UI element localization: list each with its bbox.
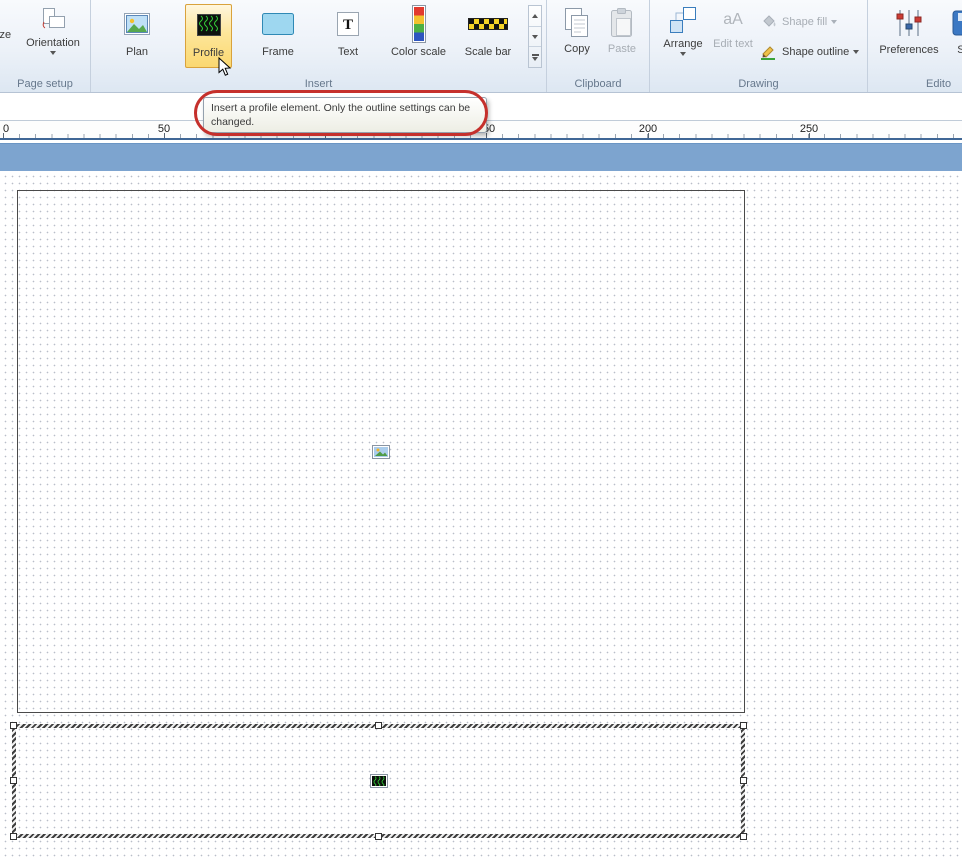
gallery-more-button[interactable] <box>529 47 541 67</box>
selection-handle-nw[interactable] <box>10 722 17 729</box>
group-insert: Plan Profile Frame <box>91 0 547 92</box>
scale-bar-button[interactable]: Scale bar <box>459 4 517 68</box>
profile-icon <box>195 5 223 45</box>
plan-element[interactable] <box>17 190 745 713</box>
svg-text:T: T <box>343 17 353 33</box>
insert-gallery-scroll <box>528 5 542 68</box>
frame-button[interactable]: Frame <box>251 4 305 68</box>
save-label: Sa <box>957 44 962 56</box>
shape-fill-button[interactable]: Shape fill <box>760 12 837 32</box>
chevron-down-icon <box>50 51 56 55</box>
group-editor: Preferences Sa Edito <box>868 0 962 92</box>
selection-handle-ne[interactable] <box>740 722 747 729</box>
shape-outline-label: Shape outline <box>782 46 849 58</box>
ruler-tick <box>648 133 649 138</box>
edit-text-icon: aA <box>723 4 743 36</box>
chevron-down-icon <box>680 52 686 56</box>
more-bar <box>532 54 539 56</box>
arrange-icon <box>668 4 698 36</box>
profile-element-selected[interactable] <box>12 724 745 838</box>
paste-label: Paste <box>608 43 636 55</box>
gallery-scroll-down-button[interactable] <box>529 27 541 48</box>
layout-canvas[interactable] <box>0 171 962 857</box>
group-label-drawing: Drawing <box>650 78 867 90</box>
profile-label: Profile <box>193 47 224 59</box>
profile-button[interactable]: Profile <box>185 4 232 68</box>
scale-bar-icon <box>468 4 508 44</box>
plan-icon <box>123 4 151 44</box>
arrange-label: Arrange <box>663 38 702 50</box>
selection-handle-n[interactable] <box>375 722 382 729</box>
arrange-button[interactable]: Arrange <box>660 4 706 70</box>
color-scale-label: Color scale <box>391 46 446 58</box>
edit-text-button[interactable]: aA Edit text <box>710 4 756 70</box>
paste-icon <box>607 5 637 41</box>
orientation-label: Orientation <box>26 37 80 49</box>
plan-button[interactable]: Plan <box>110 4 164 68</box>
text-label: Text <box>338 46 358 58</box>
gallery-scroll-up-button[interactable] <box>529 6 541 27</box>
group-label-page-setup: Page setup <box>0 78 90 90</box>
selection-handle-s[interactable] <box>375 833 382 840</box>
shape-fill-label: Shape fill <box>782 16 827 28</box>
shape-outline-button[interactable]: Shape outline <box>760 42 859 62</box>
canvas-top-band <box>0 143 962 171</box>
group-label-clipboard: Clipboard <box>547 78 649 90</box>
frame-label: Frame <box>262 46 294 58</box>
save-icon <box>952 4 962 42</box>
shape-outline-icon <box>760 44 778 60</box>
selection-handle-w[interactable] <box>10 777 17 784</box>
ruler-tick <box>3 133 4 138</box>
paste-button[interactable]: Paste <box>602 5 642 67</box>
chevron-down-icon <box>532 35 538 39</box>
edit-text-label: Edit text <box>713 38 753 50</box>
selection-handle-sw[interactable] <box>10 833 17 840</box>
selection-handle-se[interactable] <box>740 833 747 840</box>
group-label-insert: Insert <box>91 78 546 90</box>
chevron-down-icon <box>853 50 859 54</box>
shape-fill-icon <box>760 14 778 30</box>
orientation-button[interactable]: Orientation <box>20 3 86 69</box>
orientation-icon <box>40 3 66 35</box>
profile-placeholder-icon <box>370 774 388 788</box>
profile-button-tooltip: Insert a profile element. Only the outli… <box>203 97 487 133</box>
group-page-setup: ize Orientation Page setup <box>0 0 91 92</box>
group-clipboard: Copy Paste Clipboard <box>547 0 650 92</box>
ribbon: ize Orientation Page setup <box>0 0 962 93</box>
save-button[interactable]: Sa <box>944 4 962 68</box>
text-button[interactable]: T Text <box>321 4 375 68</box>
chevron-down-icon <box>532 57 538 61</box>
group-drawing: Arrange aA Edit text Shape fill <box>650 0 868 92</box>
scale-bar-label: Scale bar <box>465 46 511 58</box>
copy-icon <box>562 5 592 41</box>
ruler-tick <box>164 133 165 138</box>
preferences-button[interactable]: Preferences <box>878 4 940 68</box>
text-icon: T <box>336 4 360 44</box>
size-button[interactable]: ize <box>0 29 11 41</box>
copy-label: Copy <box>564 43 590 55</box>
ruler-tick <box>486 133 487 138</box>
color-scale-icon <box>411 4 427 44</box>
plan-label: Plan <box>126 46 148 58</box>
chevron-down-icon <box>831 20 837 24</box>
ruler-tick <box>809 133 810 138</box>
plan-placeholder-icon <box>372 445 390 459</box>
group-label-editor: Edito <box>926 78 951 90</box>
selection-handle-e[interactable] <box>740 777 747 784</box>
preferences-icon <box>894 4 924 42</box>
copy-button[interactable]: Copy <box>557 5 597 67</box>
ruler-tick <box>325 133 326 138</box>
frame-icon <box>261 4 295 44</box>
chevron-up-icon <box>532 14 538 18</box>
color-scale-button[interactable]: Color scale <box>390 4 447 68</box>
preferences-label: Preferences <box>879 44 938 56</box>
